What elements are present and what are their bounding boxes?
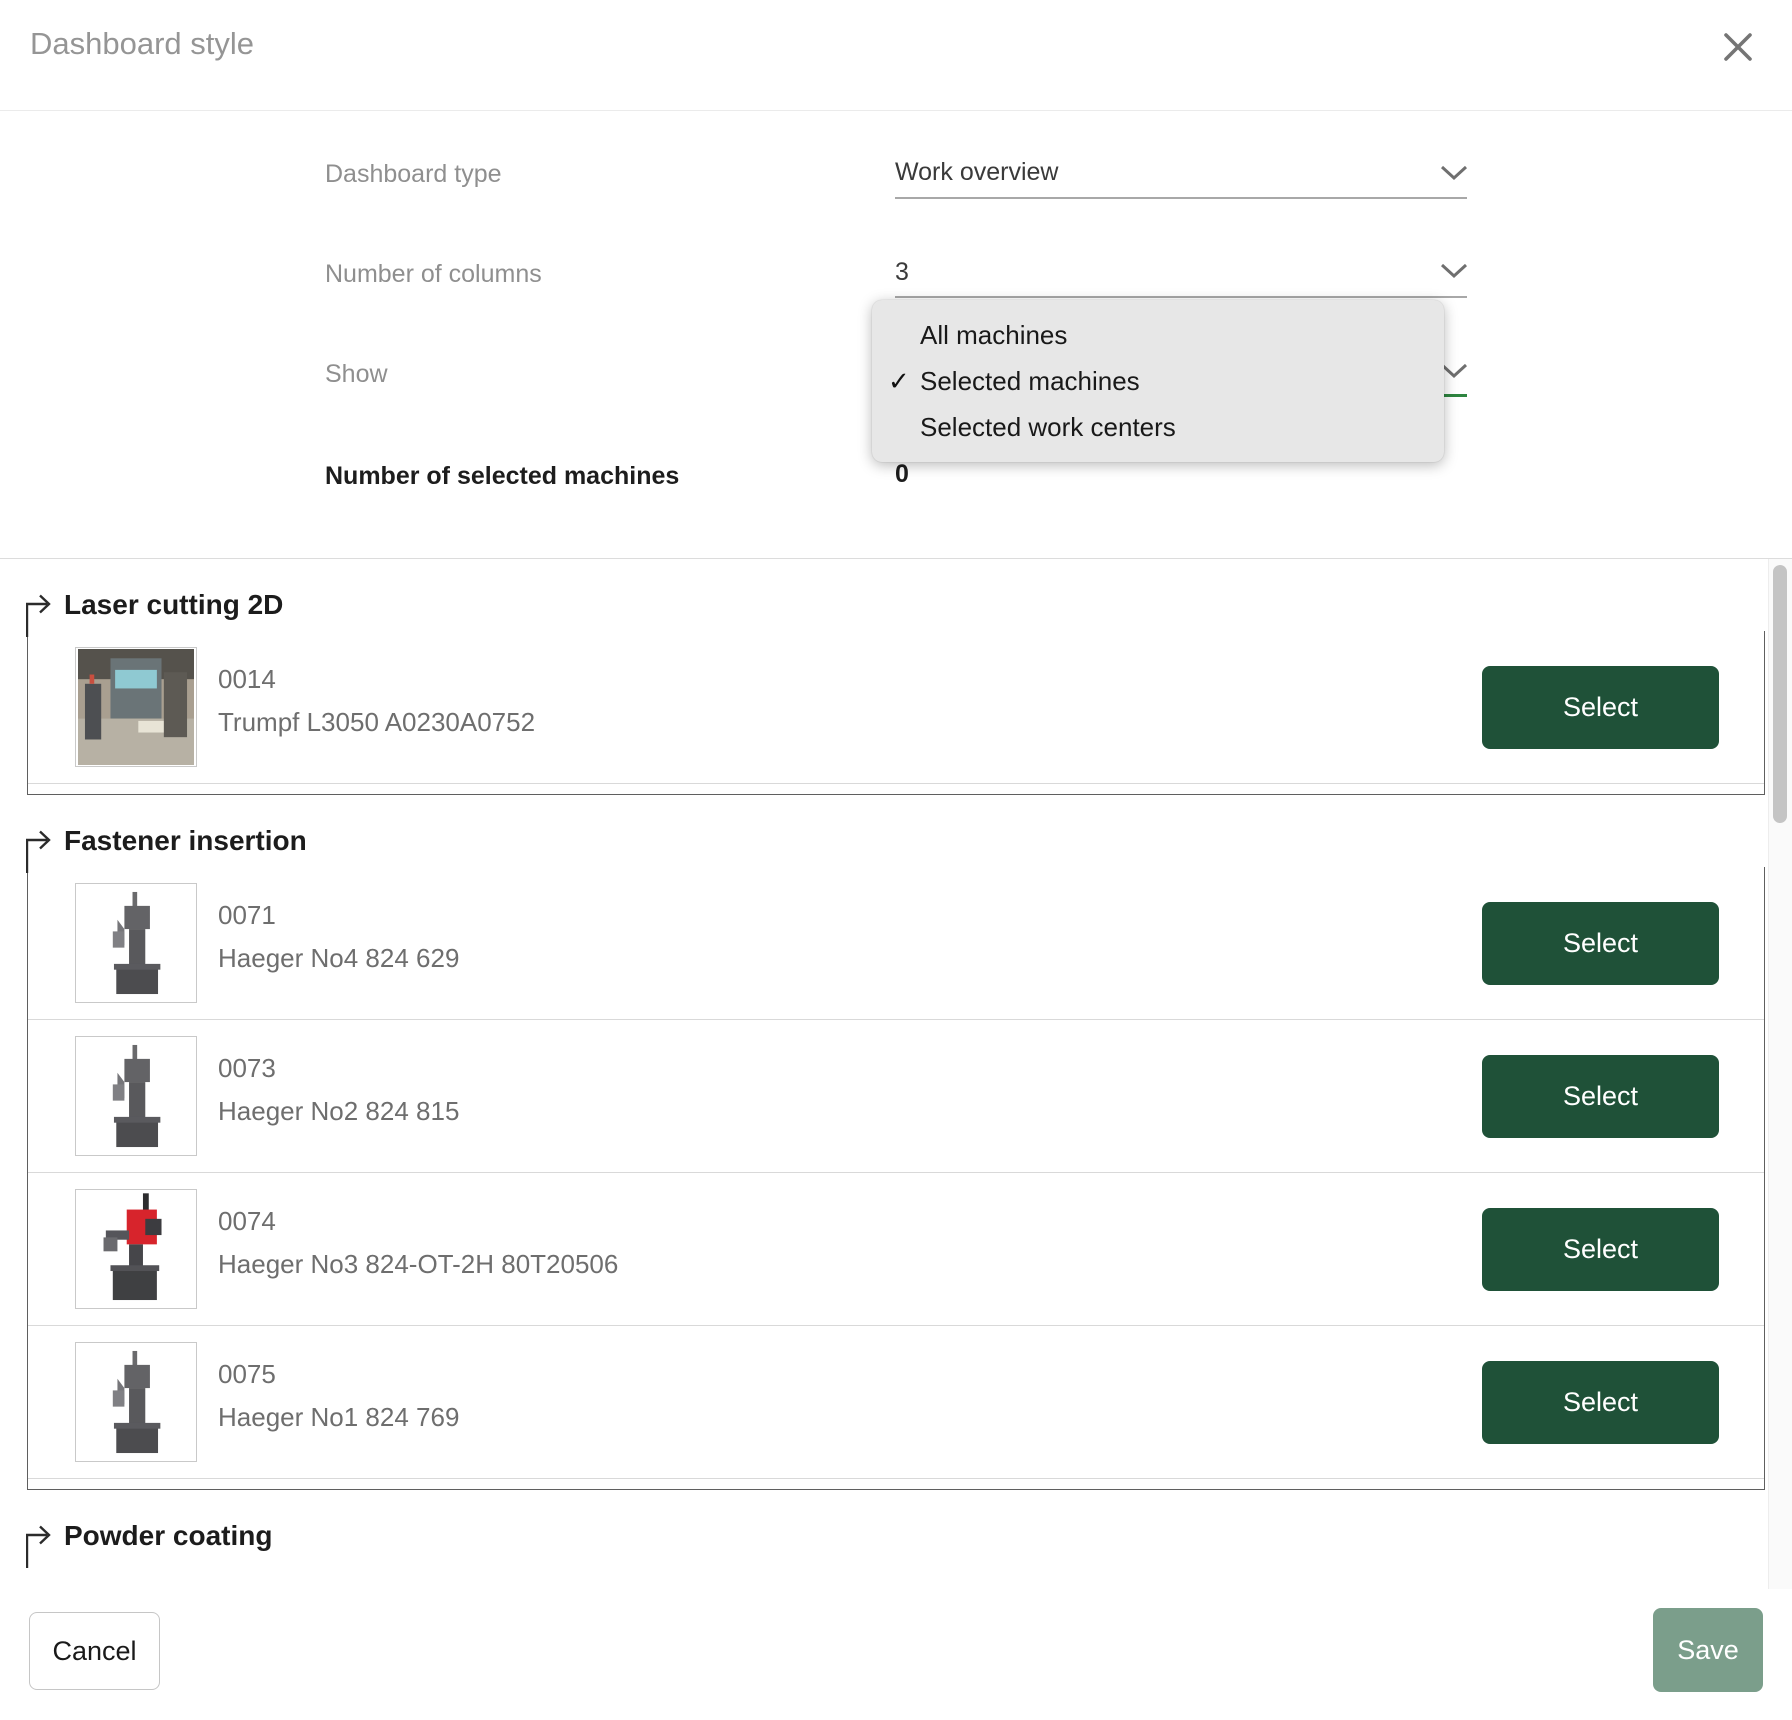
section-title: Powder coating — [64, 1520, 272, 1552]
chevron-down-icon[interactable] — [1440, 363, 1468, 379]
machine-list-container: Laser cutting 2D 0014 Trumpf L3050 A0230A0… — [0, 558, 1792, 1591]
section-title: Laser cutting 2D — [64, 589, 283, 621]
select-machine-button[interactable]: Select — [1482, 1361, 1719, 1444]
machine-row: 0074 Haeger No3 824-OT-2H 80T20506 Select — [28, 1173, 1764, 1326]
selected-machines-count-label: Number of selected machines — [325, 462, 679, 491]
section-title: Fastener insertion — [64, 825, 307, 857]
machine-code: 0074 — [218, 1206, 276, 1237]
section-header: Fastener insertion — [27, 823, 1765, 867]
dialog-header: Dashboard style — [0, 0, 1792, 111]
dashboard-type-select[interactable]: Work overview — [895, 158, 1058, 187]
number-of-columns-select[interactable]: 3 — [895, 258, 909, 287]
dropdown-option-label: Selected work centers — [920, 412, 1176, 442]
selected-machines-count-value: 0 — [895, 460, 909, 489]
dropdown-option-label: Selected machines — [920, 366, 1140, 396]
show-dropdown-menu: All machines ✓ Selected machines Selected w… — [872, 300, 1444, 462]
machine-photo — [75, 1342, 197, 1462]
section-box: 0014 Trumpf L3050 A0230A0752 Select — [27, 631, 1765, 795]
save-button[interactable]: Save — [1653, 1608, 1763, 1692]
show-label: Show — [325, 360, 388, 389]
dashboard-type-label: Dashboard type — [325, 160, 502, 189]
number-of-columns-underline — [895, 296, 1467, 298]
select-machine-button[interactable]: Select — [1482, 666, 1719, 749]
chevron-down-icon[interactable] — [1440, 263, 1468, 279]
machine-photo — [75, 1036, 197, 1156]
machine-photo — [75, 1189, 197, 1309]
dropdown-option-label: All machines — [920, 320, 1067, 350]
machine-code: 0014 — [218, 664, 276, 695]
section-header: Laser cutting 2D — [27, 587, 1765, 631]
machine-photo — [75, 647, 197, 767]
scrollbar-thumb[interactable] — [1773, 565, 1787, 823]
machine-name: Haeger No2 824 815 — [218, 1096, 459, 1127]
dashboard-type-underline — [895, 197, 1467, 199]
machine-row: 0071 Haeger No4 824 629 Select — [28, 867, 1764, 1020]
section-header: Powder coating — [27, 1518, 1765, 1562]
machine-name: Haeger No3 824-OT-2H 80T20506 — [218, 1249, 618, 1280]
machine-code: 0075 — [218, 1359, 276, 1390]
select-machine-button[interactable]: Select — [1482, 902, 1719, 985]
dialog-footer: Cancel Save — [0, 1589, 1792, 1720]
machine-row: 0014 Trumpf L3050 A0230A0752 Select — [28, 631, 1764, 784]
section-box: 0071 Haeger No4 824 629 Select 0073 Haeger N… — [27, 867, 1765, 1490]
machine-name: Haeger No1 824 769 — [218, 1402, 459, 1433]
machine-photo — [75, 883, 197, 1003]
chevron-down-icon[interactable] — [1440, 165, 1468, 181]
cancel-button[interactable]: Cancel — [29, 1612, 160, 1690]
number-of-columns-label: Number of columns — [325, 260, 542, 289]
section-arrow-icon — [26, 1522, 56, 1568]
select-machine-button[interactable]: Select — [1482, 1055, 1719, 1138]
machine-code: 0073 — [218, 1053, 276, 1084]
dropdown-option[interactable]: All machines — [872, 312, 1444, 358]
checkmark-icon: ✓ — [888, 358, 910, 404]
machine-code: 0071 — [218, 900, 276, 931]
dialog-title: Dashboard style — [30, 26, 254, 62]
machine-name: Trumpf L3050 A0230A0752 — [218, 707, 535, 738]
machine-row: 0075 Haeger No1 824 769 Select — [28, 1326, 1764, 1479]
dropdown-option[interactable]: Selected work centers — [872, 404, 1444, 450]
close-icon[interactable] — [1718, 28, 1758, 68]
dropdown-option[interactable]: ✓ Selected machines — [872, 358, 1444, 404]
select-machine-button[interactable]: Select — [1482, 1208, 1719, 1291]
machine-name: Haeger No4 824 629 — [218, 943, 459, 974]
scrollbar-track[interactable] — [1768, 559, 1792, 1590]
machine-row: 0073 Haeger No2 824 815 Select — [28, 1020, 1764, 1173]
